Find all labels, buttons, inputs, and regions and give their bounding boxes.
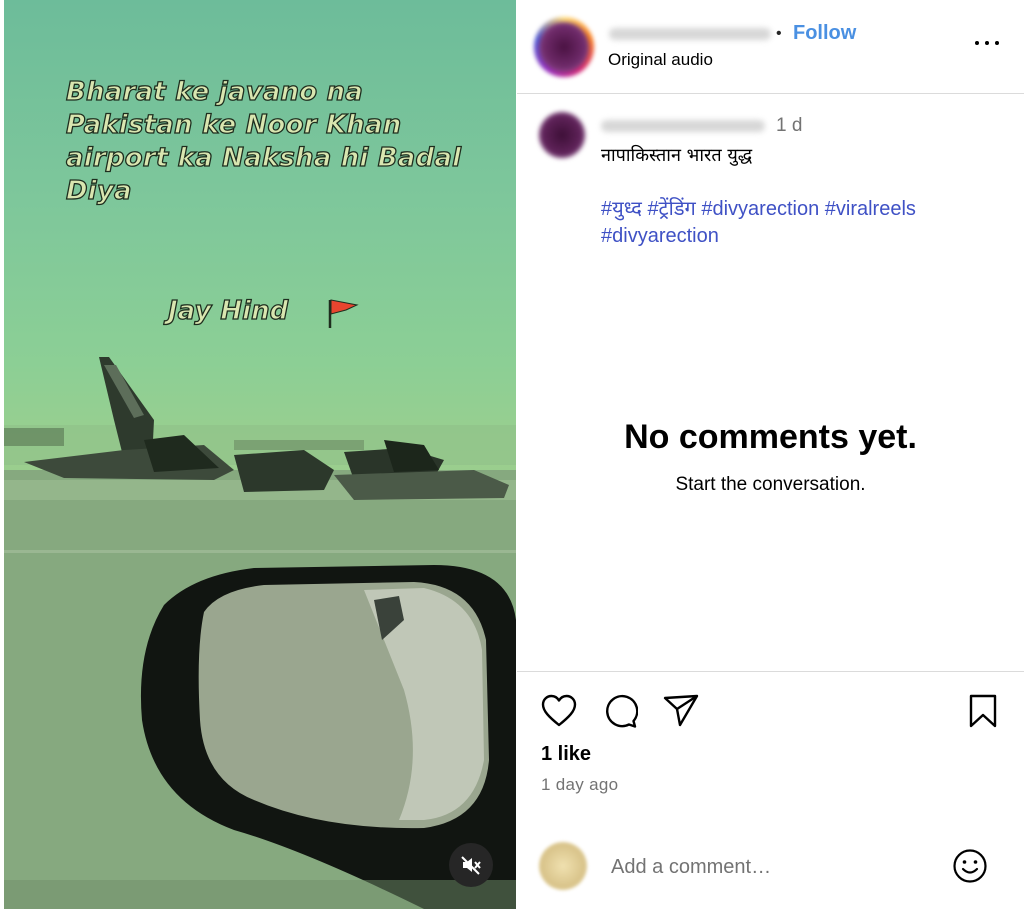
no-comments-title: No comments yet. [624,418,917,456]
caption-timestamp: 1 d [776,115,803,136]
hashtag-link[interactable]: #divyarection [701,198,819,220]
like-count[interactable]: 1 like [541,743,591,766]
action-bar-divider [517,671,1024,672]
add-comment-input[interactable] [609,850,933,884]
post-time-ago: 1 day ago [541,775,619,794]
video-subtitle-overlay: Jay Hind [167,295,289,326]
no-comments-subtitle: Start the conversation. [675,474,866,495]
author-username-redacted[interactable] [609,28,771,40]
author-avatar[interactable] [539,22,589,72]
paper-plane-icon[interactable] [663,694,699,728]
caption-text: नापाकिस्तान भारत युद्ध [601,145,753,166]
viewer-avatar [539,842,587,890]
post-side-panel: • Follow Original audio 1 d नापाकिस्तान … [517,0,1024,909]
more-options-icon[interactable] [972,32,1002,56]
caption-hashtags: #युध्द #ट्रेंडिंग #divyarection #viralre… [601,196,1001,250]
hashtag-link[interactable]: #युध्द [601,198,642,220]
hashtag-link[interactable]: #viralreels [825,198,916,220]
header-separator: • [776,25,782,42]
post-header: • Follow Original audio [517,0,1024,94]
original-audio-link[interactable]: Original audio [608,50,713,70]
speaker-muted-icon [461,856,481,875]
reel-video[interactable]: Bharat ke javano na Pakistan ke Noor Kha… [4,0,516,909]
follow-button[interactable]: Follow [793,22,856,45]
red-flag-icon [328,299,359,328]
comment-bubble-icon[interactable] [602,693,638,729]
hashtag-link[interactable]: #ट्रेंडिंग [647,198,695,220]
caption-username-redacted[interactable] [601,120,765,132]
mute-toggle-button[interactable] [449,843,493,887]
comment-bar [517,830,1024,900]
caption-author-avatar[interactable] [539,112,585,158]
heart-icon[interactable] [541,694,577,728]
hashtag-link[interactable]: #divyarection [601,225,719,247]
smiley-icon[interactable] [952,848,988,884]
bookmark-icon[interactable] [968,694,998,728]
video-caption-overlay: Bharat ke javano na Pakistan ke Noor Kha… [65,76,462,206]
